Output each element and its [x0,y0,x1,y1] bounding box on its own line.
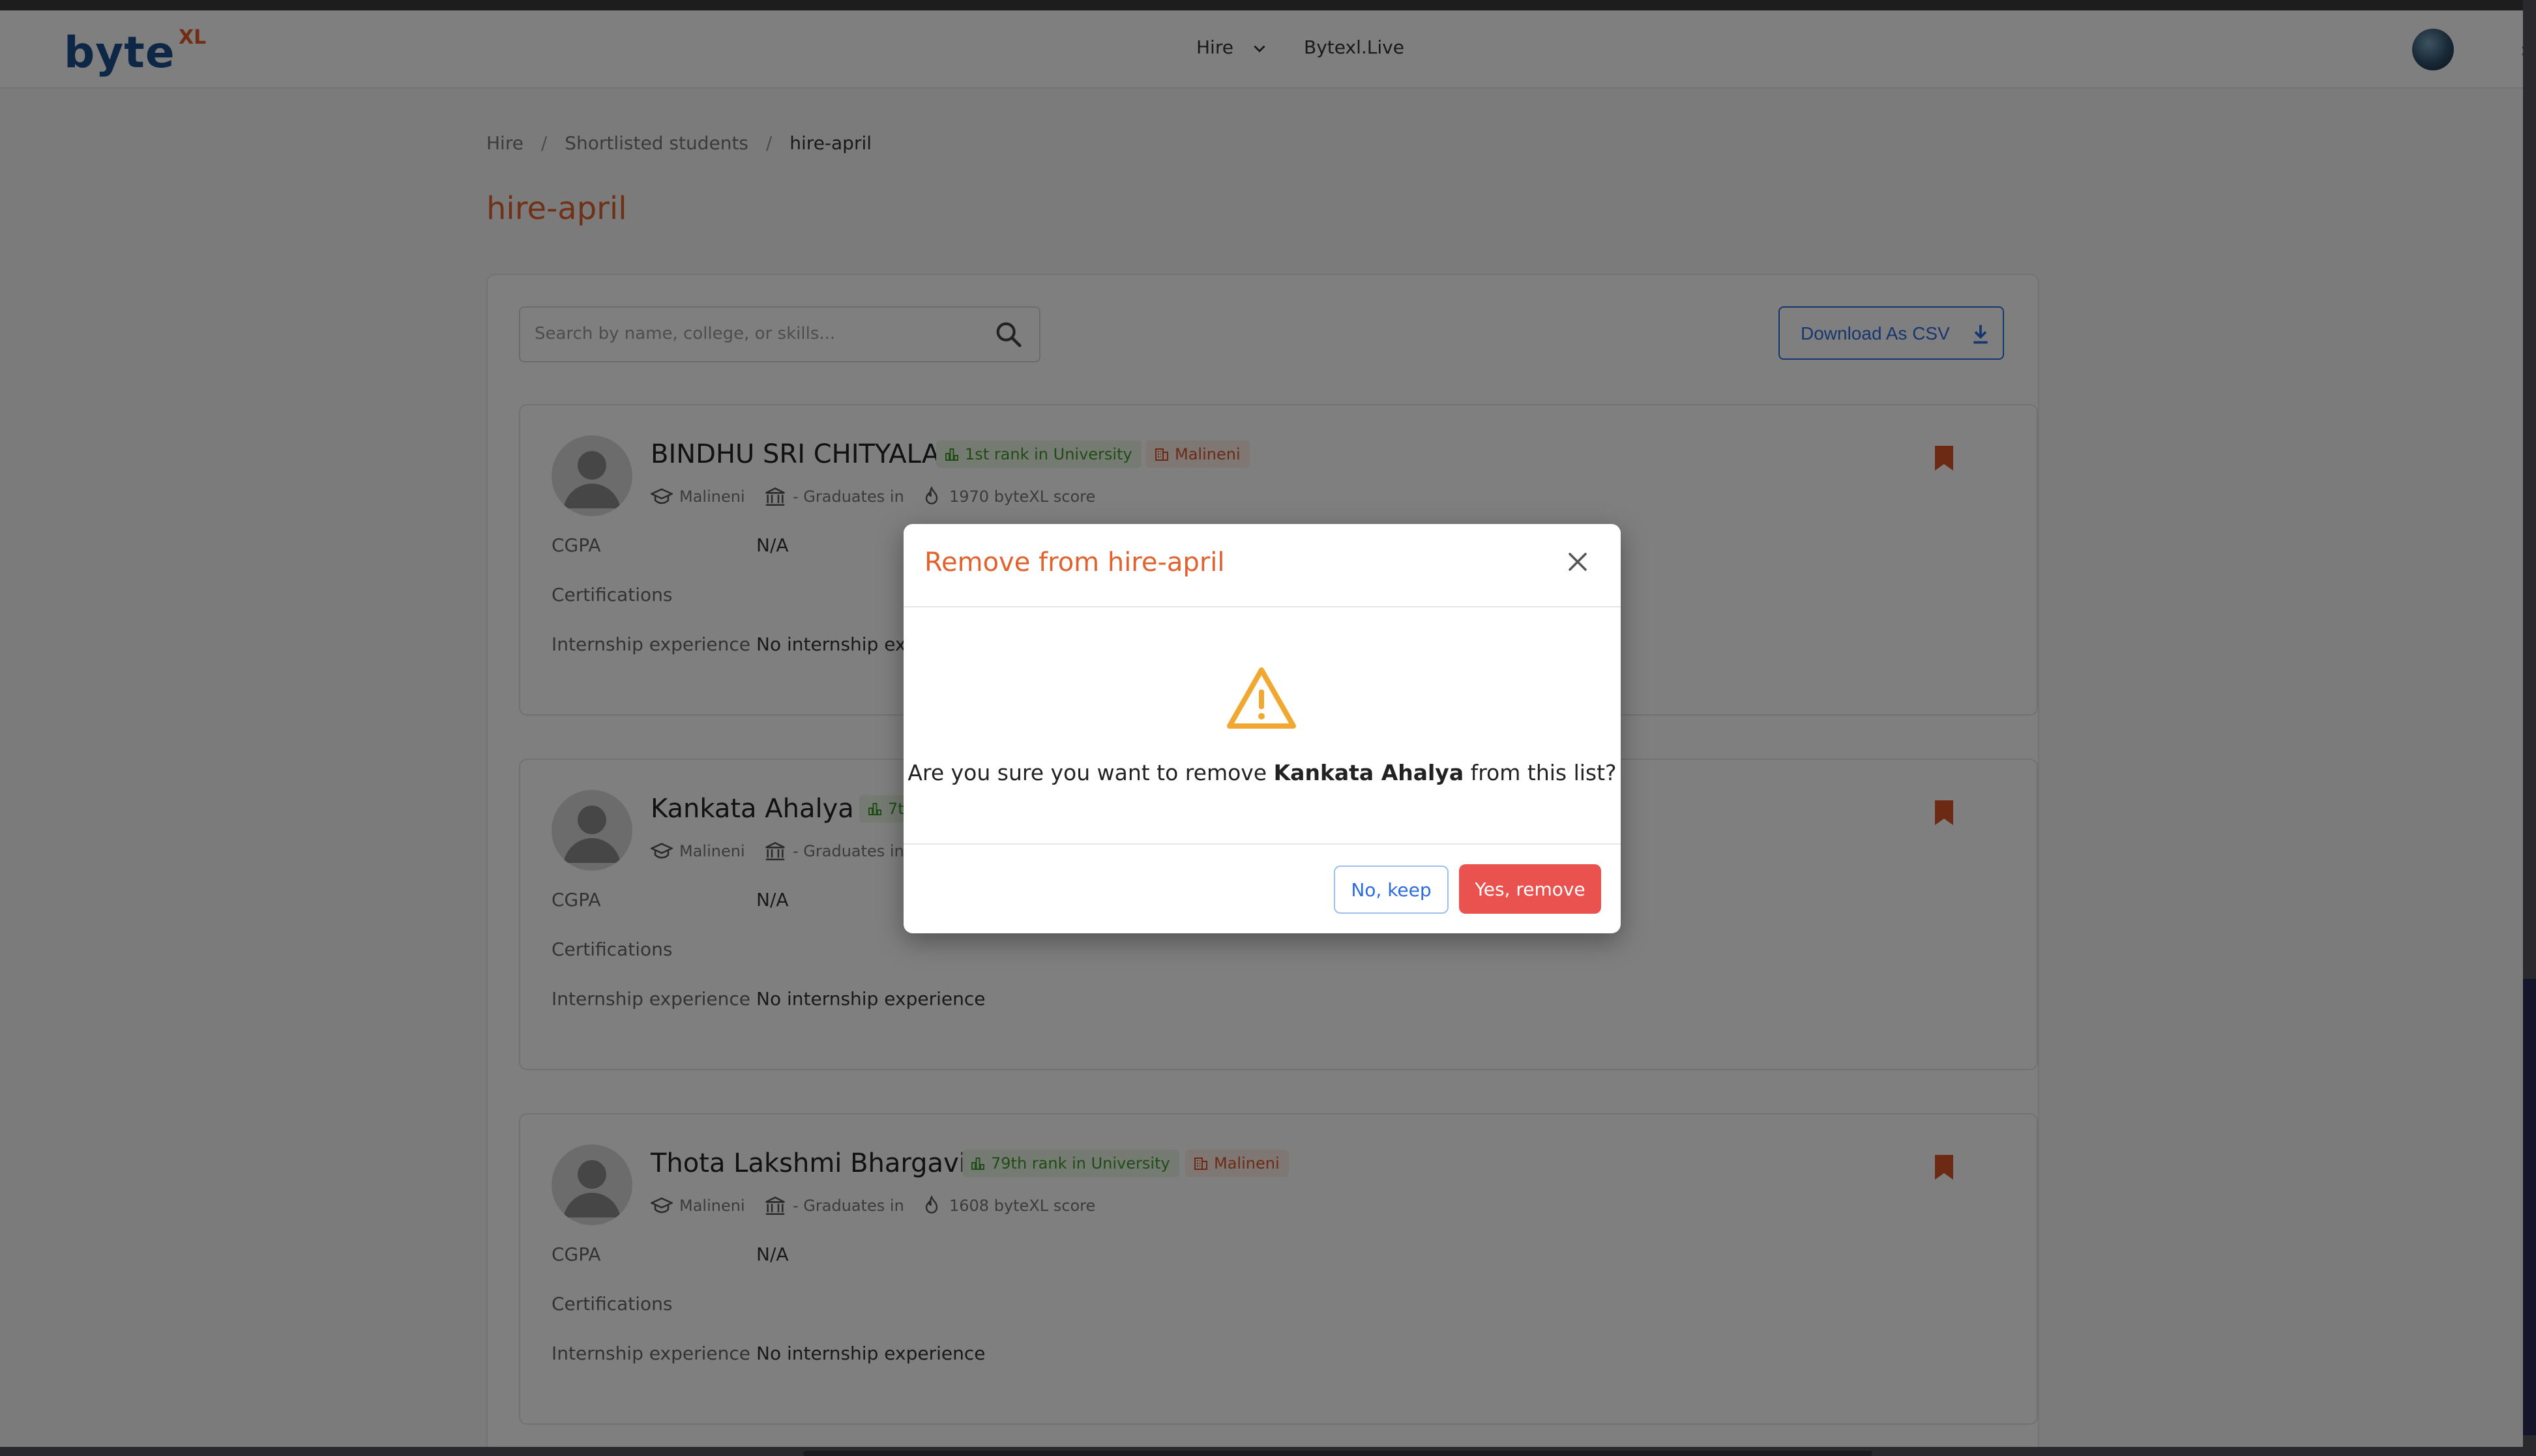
dialog-header-divider [904,606,1621,607]
dock-pill [803,1451,1872,1456]
dialog-student-name: Kankata Ahalya [1273,760,1464,785]
warning-icon [1227,667,1296,729]
dialog-title: Remove from hire-april [924,547,1225,577]
bottom-dock-strip [0,1447,2536,1456]
dialog-message-pre: Are you sure you want to remove [907,760,1267,785]
remove-confirm-dialog: Remove from hire-april Are you sure you … [904,524,1621,933]
app-window: byte XL Hire Bytexl.Live :E Hire / Short… [0,0,2523,1447]
close-icon[interactable] [1566,550,1589,574]
dialog-message: Are you sure you want to remove Kankata … [904,760,1621,785]
background-window-edge [2523,979,2536,1435]
keep-button[interactable]: No, keep [1334,866,1449,914]
dialog-message-post: from this list? [1470,760,1617,785]
dialog-footer-divider [904,843,1621,845]
remove-button[interactable]: Yes, remove [1459,864,1601,914]
